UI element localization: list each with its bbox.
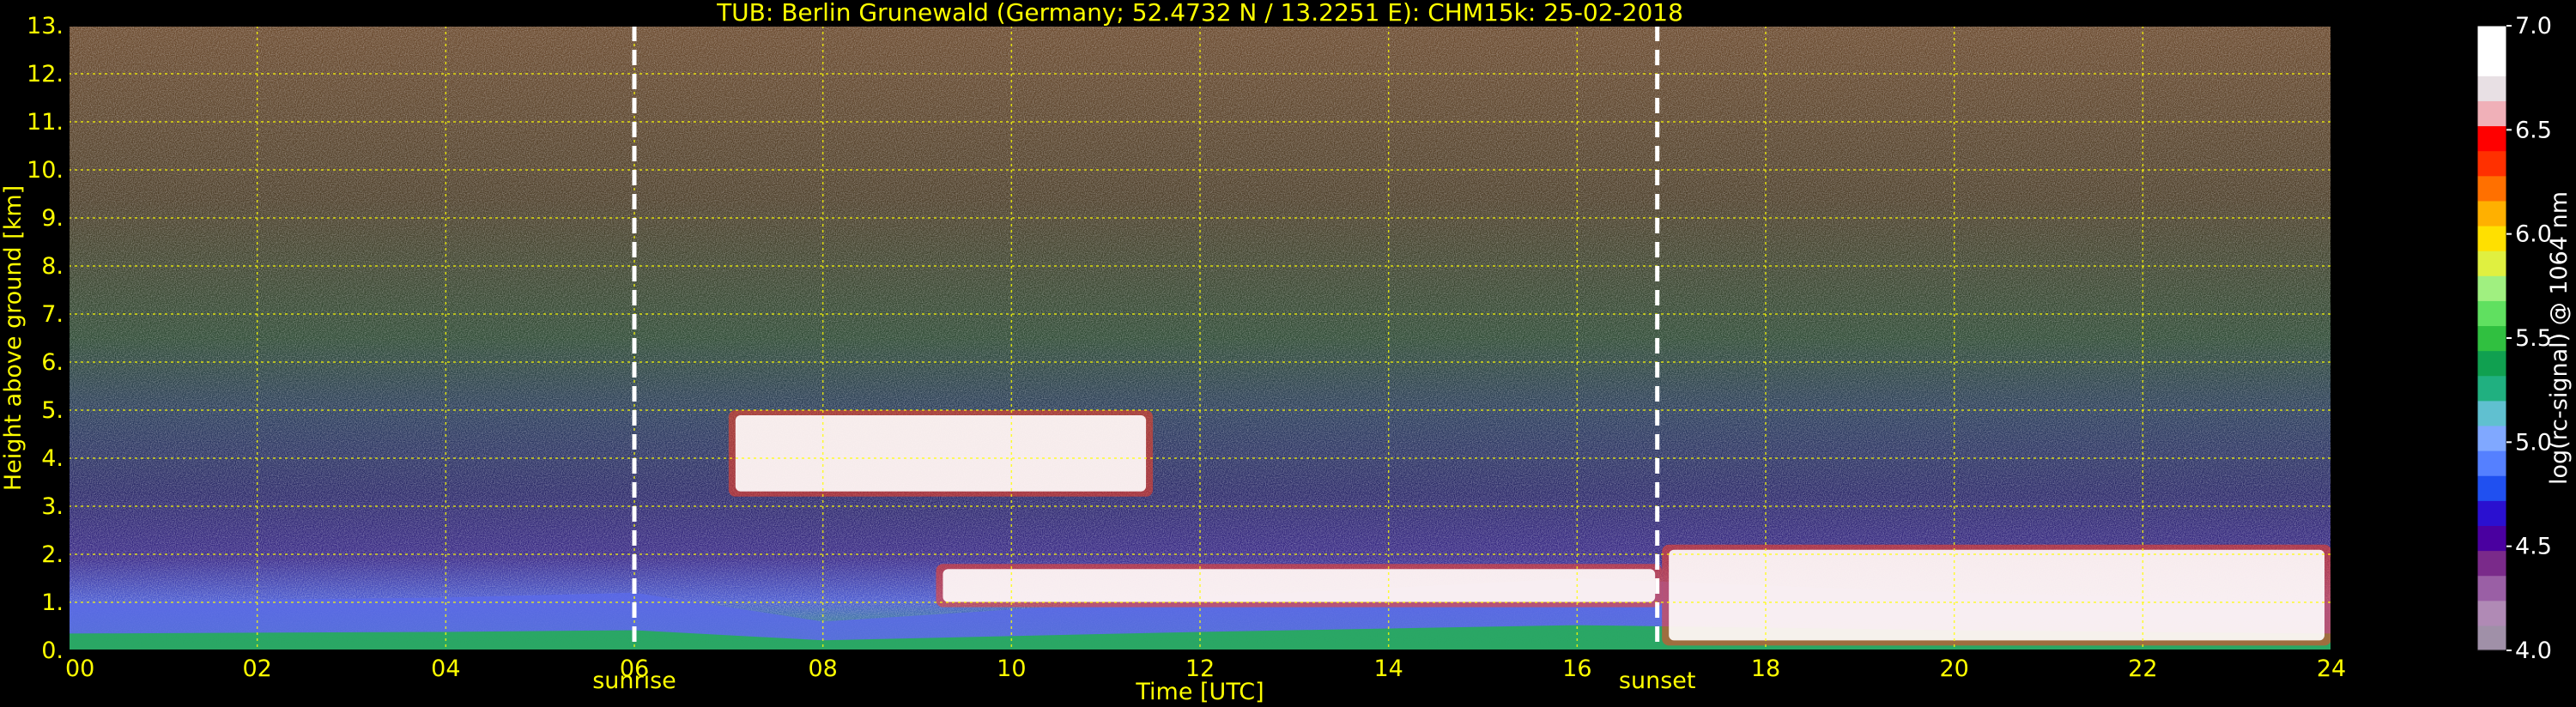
cloud-layer-core (943, 569, 1656, 602)
y-tick-label: 8. (41, 253, 64, 280)
colorbar-segment (2477, 150, 2506, 177)
y-tick-label: 9. (41, 205, 64, 232)
annotation-label: sunrise (592, 668, 676, 694)
colorbar-segment (2477, 550, 2506, 577)
y-axis-ticks: 0. 1. 2. 3. 4. 5. 6. 7. 8. 9. 10. 11. 12. 13. (27, 13, 64, 664)
y-axis-label: Height above ground [km] (0, 185, 27, 491)
y-tick-label: 0. (41, 638, 64, 664)
colorbar-segment (2477, 525, 2506, 552)
plot-area (69, 26, 2331, 650)
y-tick-label: 5. (41, 397, 64, 424)
x-tick-label: 02 (242, 656, 271, 682)
x-tick-label: 08 (808, 656, 837, 682)
colorbar-segment (2477, 275, 2506, 301)
colorbar-tick-label: 6.5 (2515, 117, 2552, 143)
y-tick-label: 7. (41, 301, 64, 328)
colorbar-segment (2477, 51, 2506, 76)
y-tick-label: 11. (27, 109, 64, 136)
y-tick-label: 2. (41, 541, 64, 568)
y-tick-label: 1. (41, 589, 64, 616)
colorbar-segment (2477, 26, 2506, 51)
y-tick-label: 3. (41, 493, 64, 520)
colorbar-segment (2477, 625, 2506, 651)
colorbar-segment (2477, 500, 2506, 526)
cloud-layer-core (1669, 549, 2324, 641)
x-tick-label: 22 (2128, 656, 2157, 682)
colorbar-segment (2477, 225, 2506, 251)
colorbar-segment (2477, 325, 2506, 352)
colorbar-segment (2477, 350, 2506, 377)
annotation-label: sunset (1619, 668, 1696, 694)
colorbar-label: log(rc-signal) @ 1064 nm (2546, 191, 2573, 485)
colorbar-tick-label: 7.0 (2515, 13, 2552, 39)
colorbar-segment (2477, 76, 2506, 101)
colorbar-segment (2477, 251, 2506, 276)
colorbar-segment (2477, 175, 2506, 202)
cloud-layer-core (735, 415, 1147, 492)
colorbar: 4.04.55.05.56.06.57.0 (2476, 13, 2552, 664)
colorbar-segment (2477, 200, 2506, 227)
y-tick-label: 4. (41, 445, 64, 472)
y-tick-label: 10. (27, 157, 64, 184)
x-tick-label: 14 (1373, 656, 1403, 682)
x-tick-label: 24 (2317, 656, 2346, 682)
x-tick-label: 18 (1751, 656, 1780, 682)
colorbar-tick-label: 4.0 (2515, 638, 2552, 664)
colorbar-segment (2477, 400, 2506, 426)
lidar-chart: 0. 1. 2. 3. 4. 5. 6. 7. 8. 9. 10. 11. 12. 13. 00 02 04 0… (0, 0, 2573, 705)
chart-title: TUB: Berlin Grunewald (Germany; 52.4732 … (716, 0, 1683, 27)
colorbar-segment (2477, 100, 2506, 127)
colorbar-segment (2477, 600, 2506, 626)
colorbar-segment (2477, 375, 2506, 402)
colorbar-segment (2477, 575, 2506, 601)
x-tick-label: 10 (997, 656, 1026, 682)
colorbar-segment (2477, 450, 2506, 476)
y-tick-label: 12. (27, 61, 64, 88)
colorbar-segment (2477, 475, 2506, 501)
colorbar-segment (2477, 425, 2506, 451)
x-tick-label: 04 (431, 656, 460, 682)
x-tick-label: 16 (1562, 656, 1591, 682)
y-tick-label: 13. (27, 13, 64, 39)
x-axis-label: Time [UTC] (1135, 679, 1264, 705)
colorbar-tick-label: 4.5 (2515, 534, 2552, 560)
y-tick-label: 6. (41, 349, 64, 376)
x-tick-label: 20 (1939, 656, 1968, 682)
colorbar-segment (2477, 125, 2506, 152)
colorbar-segment (2477, 300, 2506, 327)
x-tick-label: 00 (65, 656, 94, 682)
